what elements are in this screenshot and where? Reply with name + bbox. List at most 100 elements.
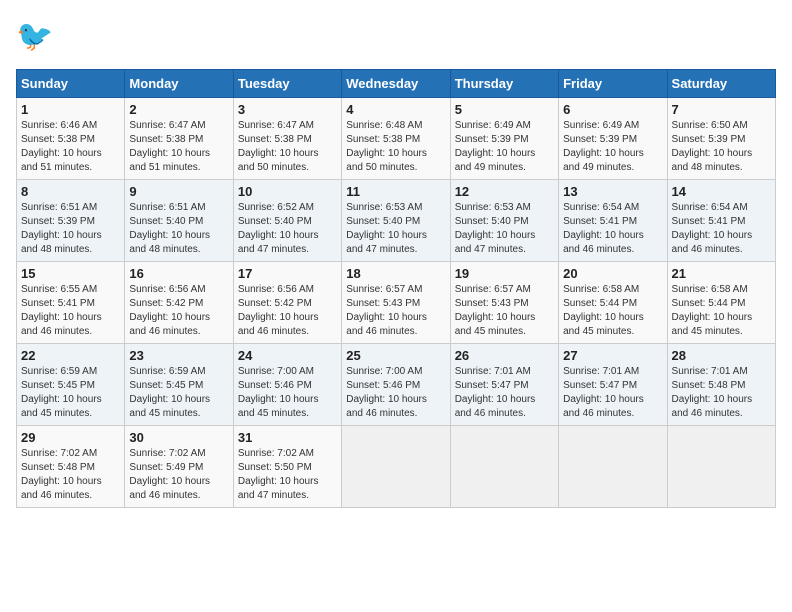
calendar-day-cell: 15Sunrise: 6:55 AMSunset: 5:41 PMDayligh… (17, 262, 125, 344)
day-info: Sunrise: 7:01 AMSunset: 5:48 PMDaylight:… (672, 365, 771, 421)
day-number: 12 (455, 184, 554, 199)
calendar-day-cell: 3 Sunrise: 6:47 AMSunset: 5:38 PMDaylight… (233, 98, 341, 180)
day-info: Sunrise: 6:51 AMSunset: 5:39 PMDaylight:… (21, 201, 120, 257)
day-info: Sunrise: 6:49 AMSunset: 5:39 PMDaylight:… (455, 119, 554, 175)
calendar-day-cell (450, 426, 558, 508)
calendar-day-cell: 27Sunrise: 7:01 AMSunset: 5:47 PMDayligh… (559, 344, 667, 426)
column-header-sunday: Sunday (17, 70, 125, 98)
day-info: Sunrise: 7:00 AMSunset: 5:46 PMDaylight:… (346, 365, 445, 421)
calendar-day-cell: 8 Sunrise: 6:51 AMSunset: 5:39 PMDaylight… (17, 180, 125, 262)
day-number: 8 (21, 184, 120, 199)
svg-text:🐦: 🐦 (16, 20, 53, 53)
day-info: Sunrise: 6:53 AMSunset: 5:40 PMDaylight:… (346, 201, 445, 257)
day-number: 13 (563, 184, 662, 199)
day-number: 29 (21, 430, 120, 445)
day-info: Sunrise: 6:53 AMSunset: 5:40 PMDaylight:… (455, 201, 554, 257)
day-number: 24 (238, 348, 337, 363)
day-number: 7 (672, 102, 771, 117)
day-number: 9 (129, 184, 228, 199)
day-number: 19 (455, 266, 554, 281)
day-number: 17 (238, 266, 337, 281)
day-info: Sunrise: 6:59 AMSunset: 5:45 PMDaylight:… (21, 365, 120, 421)
day-info: Sunrise: 7:02 AMSunset: 5:49 PMDaylight:… (129, 447, 228, 503)
day-info: Sunrise: 6:50 AMSunset: 5:39 PMDaylight:… (672, 119, 771, 175)
calendar-day-cell: 5 Sunrise: 6:49 AMSunset: 5:39 PMDaylight… (450, 98, 558, 180)
column-header-friday: Friday (559, 70, 667, 98)
calendar-day-cell: 14 Sunrise: 6:54 AMSunset: 5:41 PMDayligh… (667, 180, 775, 262)
day-number: 1 (21, 102, 120, 117)
day-info: Sunrise: 6:55 AMSunset: 5:41 PMDaylight:… (21, 283, 120, 339)
logo: 🐦 (16, 16, 60, 61)
day-number: 2 (129, 102, 228, 117)
calendar-day-cell: 26 Sunrise: 7:01 AMSunset: 5:47 PMDayligh… (450, 344, 558, 426)
day-info: Sunrise: 6:47 AMSunset: 5:38 PMDaylight:… (238, 119, 337, 175)
calendar-day-cell (559, 426, 667, 508)
day-info: Sunrise: 6:52 AMSunset: 5:40 PMDaylight:… (238, 201, 337, 257)
calendar-day-cell: 28 Sunrise: 7:01 AMSunset: 5:48 PMDayligh… (667, 344, 775, 426)
day-info: Sunrise: 7:01 AMSunset: 5:47 PMDaylight:… (455, 365, 554, 421)
calendar-day-cell: 18Sunrise: 6:57 AMSunset: 5:43 PMDayligh… (342, 262, 450, 344)
column-header-wednesday: Wednesday (342, 70, 450, 98)
day-info: Sunrise: 6:54 AMSunset: 5:41 PMDaylight:… (672, 201, 771, 257)
day-number: 31 (238, 430, 337, 445)
day-info: Sunrise: 6:56 AMSunset: 5:42 PMDaylight:… (129, 283, 228, 339)
day-number: 21 (672, 266, 771, 281)
day-number: 3 (238, 102, 337, 117)
column-header-thursday: Thursday (450, 70, 558, 98)
calendar-week-row: 29 Sunrise: 7:02 AMSunset: 5:48 PMDayligh… (17, 426, 776, 508)
calendar-week-row: 15Sunrise: 6:55 AMSunset: 5:41 PMDayligh… (17, 262, 776, 344)
day-number: 11 (346, 184, 445, 199)
day-info: Sunrise: 7:02 AMSunset: 5:48 PMDaylight:… (21, 447, 120, 503)
calendar-day-cell: 19 Sunrise: 6:57 AMSunset: 5:43 PMDayligh… (450, 262, 558, 344)
day-number: 18 (346, 266, 445, 281)
calendar-day-cell: 21 Sunrise: 6:58 AMSunset: 5:44 PMDayligh… (667, 262, 775, 344)
column-header-monday: Monday (125, 70, 233, 98)
day-number: 6 (563, 102, 662, 117)
day-info: Sunrise: 6:48 AMSunset: 5:38 PMDaylight:… (346, 119, 445, 175)
calendar-day-cell: 2 Sunrise: 6:47 AMSunset: 5:38 PMDaylight… (125, 98, 233, 180)
logo-bird-icon: 🐦 (16, 16, 56, 56)
day-info: Sunrise: 6:59 AMSunset: 5:45 PMDaylight:… (129, 365, 228, 421)
column-header-tuesday: Tuesday (233, 70, 341, 98)
calendar-day-cell: 17 Sunrise: 6:56 AMSunset: 5:42 PMDayligh… (233, 262, 341, 344)
calendar-day-cell: 30 Sunrise: 7:02 AMSunset: 5:49 PMDayligh… (125, 426, 233, 508)
calendar-day-cell (667, 426, 775, 508)
calendar-day-cell: 12 Sunrise: 6:53 AMSunset: 5:40 PMDayligh… (450, 180, 558, 262)
calendar-table: SundayMondayTuesdayWednesdayThursdayFrid… (16, 69, 776, 508)
day-number: 30 (129, 430, 228, 445)
day-number: 22 (21, 348, 120, 363)
calendar-week-row: 8 Sunrise: 6:51 AMSunset: 5:39 PMDaylight… (17, 180, 776, 262)
calendar-week-row: 22 Sunrise: 6:59 AMSunset: 5:45 PMDayligh… (17, 344, 776, 426)
day-info: Sunrise: 6:58 AMSunset: 5:44 PMDaylight:… (563, 283, 662, 339)
day-info: Sunrise: 7:02 AMSunset: 5:50 PMDaylight:… (238, 447, 337, 503)
calendar-day-cell: 20 Sunrise: 6:58 AMSunset: 5:44 PMDayligh… (559, 262, 667, 344)
day-number: 5 (455, 102, 554, 117)
day-number: 14 (672, 184, 771, 199)
calendar-day-cell: 22 Sunrise: 6:59 AMSunset: 5:45 PMDayligh… (17, 344, 125, 426)
day-number: 20 (563, 266, 662, 281)
day-info: Sunrise: 6:54 AMSunset: 5:41 PMDaylight:… (563, 201, 662, 257)
day-number: 27 (563, 348, 662, 363)
column-header-saturday: Saturday (667, 70, 775, 98)
day-number: 16 (129, 266, 228, 281)
calendar-day-cell: 25 Sunrise: 7:00 AMSunset: 5:46 PMDayligh… (342, 344, 450, 426)
day-info: Sunrise: 6:57 AMSunset: 5:43 PMDaylight:… (455, 283, 554, 339)
day-number: 28 (672, 348, 771, 363)
day-number: 4 (346, 102, 445, 117)
calendar-day-cell: 11 Sunrise: 6:53 AMSunset: 5:40 PMDayligh… (342, 180, 450, 262)
calendar-day-cell: 13 Sunrise: 6:54 AMSunset: 5:41 PMDayligh… (559, 180, 667, 262)
calendar-day-cell: 31 Sunrise: 7:02 AMSunset: 5:50 PMDayligh… (233, 426, 341, 508)
calendar-week-row: 1 Sunrise: 6:46 AMSunset: 5:38 PMDaylight… (17, 98, 776, 180)
day-info: Sunrise: 6:46 AMSunset: 5:38 PMDaylight:… (21, 119, 120, 175)
day-number: 10 (238, 184, 337, 199)
day-info: Sunrise: 6:49 AMSunset: 5:39 PMDaylight:… (563, 119, 662, 175)
day-info: Sunrise: 6:47 AMSunset: 5:38 PMDaylight:… (129, 119, 228, 175)
day-number: 26 (455, 348, 554, 363)
day-info: Sunrise: 6:56 AMSunset: 5:42 PMDaylight:… (238, 283, 337, 339)
day-info: Sunrise: 6:51 AMSunset: 5:40 PMDaylight:… (129, 201, 228, 257)
day-number: 25 (346, 348, 445, 363)
calendar-day-cell: 10 Sunrise: 6:52 AMSunset: 5:40 PMDayligh… (233, 180, 341, 262)
day-number: 23 (129, 348, 228, 363)
day-info: Sunrise: 6:58 AMSunset: 5:44 PMDaylight:… (672, 283, 771, 339)
calendar-day-cell: 9 Sunrise: 6:51 AMSunset: 5:40 PMDaylight… (125, 180, 233, 262)
